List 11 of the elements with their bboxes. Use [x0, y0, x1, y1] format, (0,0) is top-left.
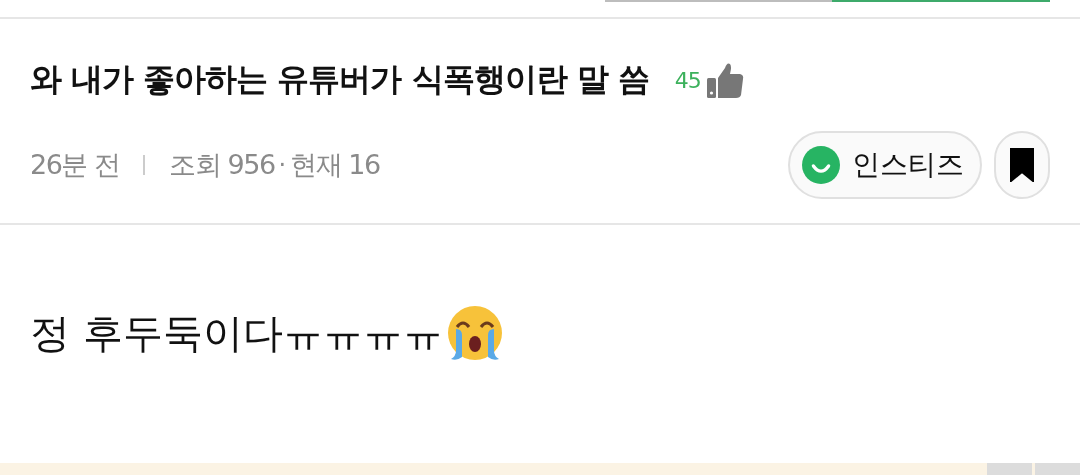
ad-banner[interactable] — [0, 463, 1080, 475]
view-count: 조회 956 — [169, 148, 275, 182]
separator-dot: · — [278, 151, 287, 179]
current-viewers: 현재 16 — [290, 148, 380, 182]
post-time: 26분 전 — [30, 148, 120, 182]
post-body: 정 후두둑이다ㅠㅠㅠㅠ — [30, 308, 443, 358]
smiley-icon — [802, 146, 840, 184]
community-button[interactable]: 인스티즈 — [788, 131, 982, 199]
like-count: 45 — [674, 67, 701, 93]
bookmark-button[interactable] — [994, 131, 1050, 199]
post-title: 와 내가 좋아하는 유튜버가 식폭행이란 말 씀 — [30, 59, 649, 100]
